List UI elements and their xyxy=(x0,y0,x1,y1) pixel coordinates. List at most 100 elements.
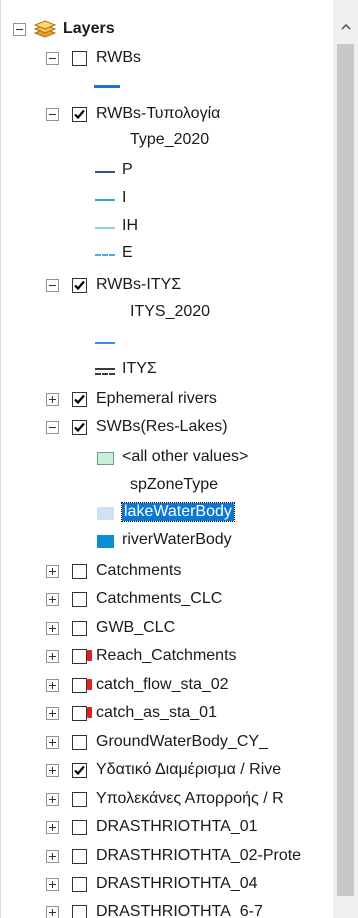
expand-icon[interactable] xyxy=(46,592,59,606)
legend-field-name: ITYS_2020 xyxy=(130,303,211,320)
layer-name: Υδατικό Διαμέρισμα / Rive xyxy=(96,761,282,778)
layer-visibility-checkbox[interactable] xyxy=(72,563,87,579)
expand-icon[interactable] xyxy=(46,392,59,406)
layer-row[interactable]: Reach_Catchments xyxy=(46,643,237,669)
fill-swatch-icon xyxy=(97,452,114,465)
layer-row[interactable]: Catchments_CLC xyxy=(46,586,222,612)
layer-name: DRASTHRIOTHTA_04 xyxy=(96,875,258,892)
line-symbol-icon xyxy=(94,85,120,88)
legend-class-label: IH xyxy=(122,217,138,234)
layer-visibility-checkbox[interactable] xyxy=(72,791,87,807)
layer-row[interactable]: Ephemeral rivers xyxy=(46,386,217,412)
layer-name: DRASTHRIOTHTA_02-Prote xyxy=(96,847,302,864)
layer-visibility-checkbox[interactable] xyxy=(72,819,87,835)
line-symbol-icon xyxy=(95,171,115,173)
layer-row[interactable]: catch_as_sta_01 xyxy=(46,700,217,726)
expand-icon[interactable] xyxy=(46,678,59,692)
table-of-contents: Layers RWBs RWBs-Τυπολογία Type_2020 P I… xyxy=(0,0,333,918)
checkmark-icon xyxy=(74,394,85,404)
layer-visibility-checkbox[interactable] xyxy=(72,762,87,778)
collapse-icon[interactable] xyxy=(46,51,59,65)
scroll-thumb[interactable] xyxy=(337,44,354,896)
layer-visibility-checkbox[interactable] xyxy=(72,106,87,122)
layer-row[interactable]: RWBs-ΙΤΥΣ xyxy=(46,272,181,298)
layer-name: SWBs(Res-Lakes) xyxy=(96,418,228,435)
layer-row[interactable]: Catchments xyxy=(46,558,181,584)
line-symbol-icon xyxy=(95,342,115,344)
expand-icon[interactable] xyxy=(46,905,59,918)
layer-visibility-checkbox[interactable] xyxy=(72,50,87,66)
layer-visibility-checkbox[interactable] xyxy=(72,620,87,636)
layer-visibility-checkbox[interactable] xyxy=(72,904,87,918)
expand-icon[interactable] xyxy=(46,763,59,777)
layer-visibility-checkbox[interactable] xyxy=(72,734,87,750)
layer-row[interactable]: Υπολεκάνες Απορροής / R xyxy=(46,786,284,812)
layer-visibility-checkbox[interactable] xyxy=(72,591,87,607)
layer-name: GroundWaterBody_CY_ xyxy=(96,733,268,750)
line-symbol-icon xyxy=(95,254,115,256)
expand-icon[interactable] xyxy=(46,735,59,749)
scroll-up-button[interactable] xyxy=(333,14,358,38)
layer-name: RWBs-Τυπολογία xyxy=(96,105,221,122)
chevron-up-icon xyxy=(340,23,351,30)
expand-icon[interactable] xyxy=(46,621,59,635)
layer-row[interactable]: Υδατικό Διαμέρισμα / Rive xyxy=(46,757,281,783)
legend-class-label-selected[interactable]: lakeWaterBody xyxy=(121,502,235,522)
checkmark-icon xyxy=(74,422,85,432)
expand-icon[interactable] xyxy=(46,792,59,806)
legend-class-label: ΙΤΥΣ xyxy=(122,360,157,377)
layer-row[interactable]: SWBs(Res-Lakes) xyxy=(46,414,228,440)
layer-row[interactable]: DRASTHRIOTHTA_6-7 xyxy=(46,899,263,918)
double-line-symbol-icon xyxy=(95,368,115,370)
broken-link-warning-icon xyxy=(87,706,92,718)
layer-visibility-checkbox[interactable] xyxy=(72,677,92,693)
legend-class-label: <all other values> xyxy=(122,448,249,465)
collapse-icon[interactable] xyxy=(13,22,26,36)
layer-row[interactable]: DRASTHRIOTHTA_04 xyxy=(46,871,258,897)
layer-name: Υπολεκάνες Απορροής / R xyxy=(96,790,284,807)
layer-name: GWB_CLC xyxy=(96,619,176,636)
legend-field-name: Type_2020 xyxy=(130,131,210,148)
checkmark-icon xyxy=(74,765,85,775)
checkmark-icon xyxy=(74,280,85,290)
layer-visibility-checkbox[interactable] xyxy=(72,848,87,864)
layer-visibility-checkbox[interactable] xyxy=(72,648,92,664)
collapse-icon[interactable] xyxy=(46,278,59,292)
expand-icon[interactable] xyxy=(46,849,59,863)
layer-name: Catchments xyxy=(96,562,182,579)
fill-swatch-icon xyxy=(97,507,114,520)
layer-visibility-checkbox[interactable] xyxy=(72,277,87,293)
layer-row[interactable]: RWBs xyxy=(46,45,141,71)
layer-row[interactable]: DRASTHRIOTHTA_01 xyxy=(46,814,258,840)
tree-root-layers[interactable]: Layers xyxy=(13,16,115,42)
layer-name: RWBs-ΙΤΥΣ xyxy=(96,276,182,293)
broken-link-warning-icon xyxy=(87,678,92,690)
legend-class-label: riverWaterBody xyxy=(122,531,232,548)
fill-swatch-icon xyxy=(97,535,114,548)
layer-row[interactable]: DRASTHRIOTHTA_02-Prote xyxy=(46,843,301,869)
layer-name: Reach_Catchments xyxy=(96,647,237,664)
expand-icon[interactable] xyxy=(46,877,59,891)
legend-class-label: E xyxy=(122,244,133,261)
layer-visibility-checkbox[interactable] xyxy=(72,876,87,892)
layer-row[interactable]: RWBs-Τυπολογία xyxy=(46,101,220,127)
layer-visibility-checkbox[interactable] xyxy=(72,419,87,435)
layer-name: DRASTHRIOTHTA_01 xyxy=(96,818,258,835)
vertical-scrollbar[interactable] xyxy=(333,0,358,918)
layer-visibility-checkbox[interactable] xyxy=(72,391,87,407)
expand-icon[interactable] xyxy=(46,564,59,578)
expand-icon[interactable] xyxy=(46,820,59,834)
layer-visibility-checkbox[interactable] xyxy=(72,705,92,721)
legend-class-label: P xyxy=(122,161,133,178)
layers-stack-icon xyxy=(33,19,57,39)
layer-name: Ephemeral rivers xyxy=(96,390,217,407)
collapse-icon[interactable] xyxy=(46,420,59,434)
layer-name: catch_flow_sta_02 xyxy=(96,676,229,693)
expand-icon[interactable] xyxy=(46,706,59,720)
layer-row[interactable]: catch_flow_sta_02 xyxy=(46,672,229,698)
layer-row[interactable]: GWB_CLC xyxy=(46,615,175,641)
collapse-icon[interactable] xyxy=(46,107,59,121)
layer-row[interactable]: GroundWaterBody_CY_ xyxy=(46,729,268,755)
legend-class-label: I xyxy=(122,189,127,206)
expand-icon[interactable] xyxy=(46,649,59,663)
